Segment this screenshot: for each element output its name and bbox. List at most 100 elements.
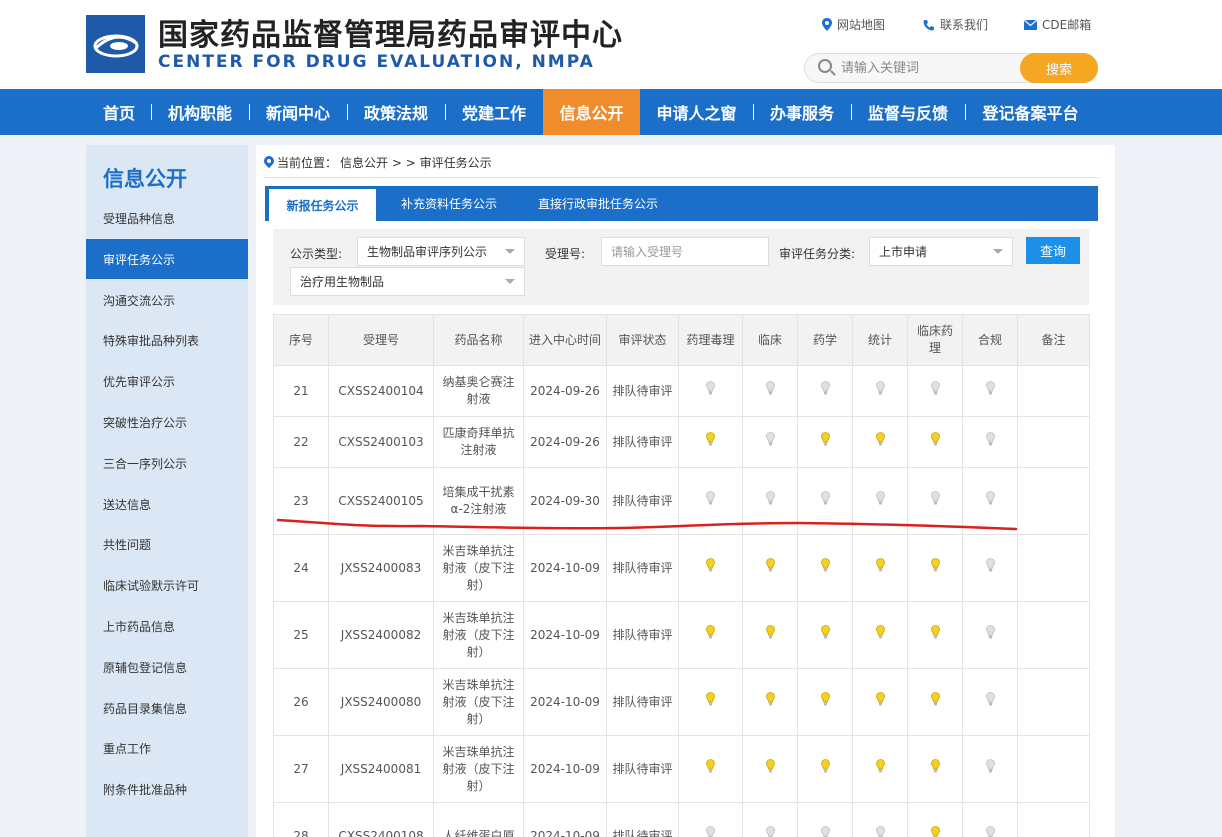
row-number: 24 [273,534,329,602]
cde-logo[interactable] [86,15,145,73]
remark-cell [1017,802,1090,837]
nav-supervision[interactable]: 监督与反馈 [853,89,963,135]
lightbulb-on-icon [930,826,940,837]
subcategory-select[interactable]: 治疗用生物制品 [290,267,525,296]
contact-link[interactable]: 联系我们 [923,16,988,33]
tab-supplement-tasks[interactable]: 补充资料任务公示 [386,186,512,221]
remark-cell [1017,534,1090,602]
nav-home[interactable]: 首页 [89,89,149,135]
divider [264,177,1099,178]
entry-date: 2024-10-09 [523,534,607,602]
nav-divider [851,104,852,120]
sidebar: 信息公开 受理品种信息 审评任务公示 沟通交流公示 特殊审批品种列表 优先审评公… [86,145,248,837]
breadcrumb-path[interactable]: 信息公开 > > 审评任务公示 [340,154,492,171]
drug-name: 匹康奇拜单抗注射液 [433,416,524,468]
review-progress-cell [907,735,963,803]
review-status: 排队待审评 [606,668,679,736]
tab-new-tasks[interactable]: 新报任务公示 [269,189,376,221]
col-header: 临床药理 [907,314,963,366]
col-header: 药理毒理 [678,314,743,366]
review-progress-cell [797,668,853,736]
sidebar-item-clinical-trial[interactable]: 临床试验默示许可 [86,565,248,605]
search-icon [818,59,832,73]
tab-direct-approval[interactable]: 直接行政审批任务公示 [527,186,669,221]
search-button[interactable]: 搜索 [1020,53,1098,83]
review-progress-cell [852,416,908,468]
lightbulb-off-icon [875,826,885,837]
nav-services[interactable]: 办事服务 [755,89,849,135]
nav-party[interactable]: 党建工作 [447,89,541,135]
lightbulb-on-icon [820,432,830,447]
drug-name: 人纤维蛋白原 [433,802,524,837]
entry-date: 2024-10-09 [523,735,607,803]
table-row: 26 JXSS2400080 米吉珠单抗注射液（皮下注射） 2024-10-09 排队待… [273,668,1090,736]
sidebar-item-three-in-one[interactable]: 三合一序列公示 [86,443,248,483]
lightbulb-on-icon [930,692,940,707]
col-header: 药学 [797,314,853,366]
nav-info-public[interactable]: 信息公开 [543,89,640,135]
type-label: 公示类型: [290,247,343,261]
sidebar-item-common-issues[interactable]: 共性问题 [86,524,248,564]
review-progress-cell [742,416,798,468]
table-row: 21 CXSS2400104 纳基奥仑赛注射液 2024-09-26 排队待审评 [273,365,1090,417]
sidebar-item-communication[interactable]: 沟通交流公示 [86,280,248,320]
nav-policy[interactable]: 政策法规 [349,89,443,135]
review-progress-cell [907,416,963,468]
sitemap-link[interactable]: 网站地图 [822,16,885,33]
lightbulb-off-icon [985,692,995,707]
col-header: 进入中心时间 [523,314,607,366]
sidebar-item-key-work[interactable]: 重点工作 [86,728,248,768]
drug-name: 米吉珠单抗注射液（皮下注射） [433,668,524,736]
col-header: 临床 [742,314,798,366]
review-progress-cell [742,467,798,535]
cde-mail-link[interactable]: CDE邮箱 [1024,16,1091,33]
sidebar-item-delivery[interactable]: 送达信息 [86,484,248,524]
review-progress-cell [852,802,908,837]
entry-date: 2024-09-26 [523,365,607,417]
type-select[interactable]: 生物制品审评序列公示 [357,237,525,266]
nav-news[interactable]: 新闻中心 [251,89,345,135]
search-input[interactable] [841,59,1011,77]
review-progress-cell [797,416,853,468]
review-progress-cell [962,534,1018,602]
lightbulb-on-icon [765,759,775,774]
nav-applicant[interactable]: 申请人之窗 [642,89,751,135]
accept-no-input[interactable] [601,237,769,266]
location-icon [822,18,832,31]
nav-functions[interactable]: 机构职能 [153,89,247,135]
review-progress-cell [678,365,743,417]
phone-icon [923,19,934,30]
category-select[interactable]: 上市申请 [869,237,1013,266]
sidebar-item-catalog[interactable]: 药品目录集信息 [86,688,248,728]
accept-number: JXSS2400080 [328,668,434,736]
lightbulb-off-icon [765,381,775,396]
sidebar-item-excipients[interactable]: 原辅包登记信息 [86,647,248,687]
table-body: 21 CXSS2400104 纳基奥仑赛注射液 2024-09-26 排队待审评 22 CX… [273,365,1090,837]
nav-divider [445,104,446,120]
sidebar-item-review-tasks[interactable]: 审评任务公示 [86,239,248,279]
sidebar-item-marketed-drugs[interactable]: 上市药品信息 [86,606,248,646]
sidebar-item-accepted[interactable]: 受理品种信息 [86,198,248,238]
review-status: 排队待审评 [606,365,679,417]
table-row: 24 JXSS2400083 米吉珠单抗注射液（皮下注射） 2024-10-09 排队待… [273,534,1090,602]
sidebar-item-breakthrough[interactable]: 突破性治疗公示 [86,402,248,442]
review-progress-cell [797,735,853,803]
sidebar-item-priority[interactable]: 优先审评公示 [86,361,248,401]
review-progress-cell [907,668,963,736]
review-status: 排队待审评 [606,467,679,535]
accept-number: JXSS2400083 [328,534,434,602]
lightbulb-off-icon [985,432,995,447]
chevron-down-icon [505,279,515,284]
query-button[interactable]: 查询 [1026,237,1080,264]
sidebar-item-conditional[interactable]: 附条件批准品种 [86,769,248,809]
review-progress-cell [907,467,963,535]
nav-registration[interactable]: 登记备案平台 [967,89,1094,135]
sidebar-item-special-approval[interactable]: 特殊审批品种列表 [86,320,248,360]
subcategory-select-value: 治疗用生物制品 [300,275,385,289]
table-row: 22 CXSS2400103 匹康奇拜单抗注射液 2024-09-26 排队待审评 [273,416,1090,468]
review-progress-cell [852,365,908,417]
table-row: 27 JXSS2400081 米吉珠单抗注射液（皮下注射） 2024-10-09 排队待… [273,735,1090,803]
review-progress-cell [742,668,798,736]
lightbulb-on-icon [706,692,715,707]
lightbulb-on-icon [765,558,775,573]
